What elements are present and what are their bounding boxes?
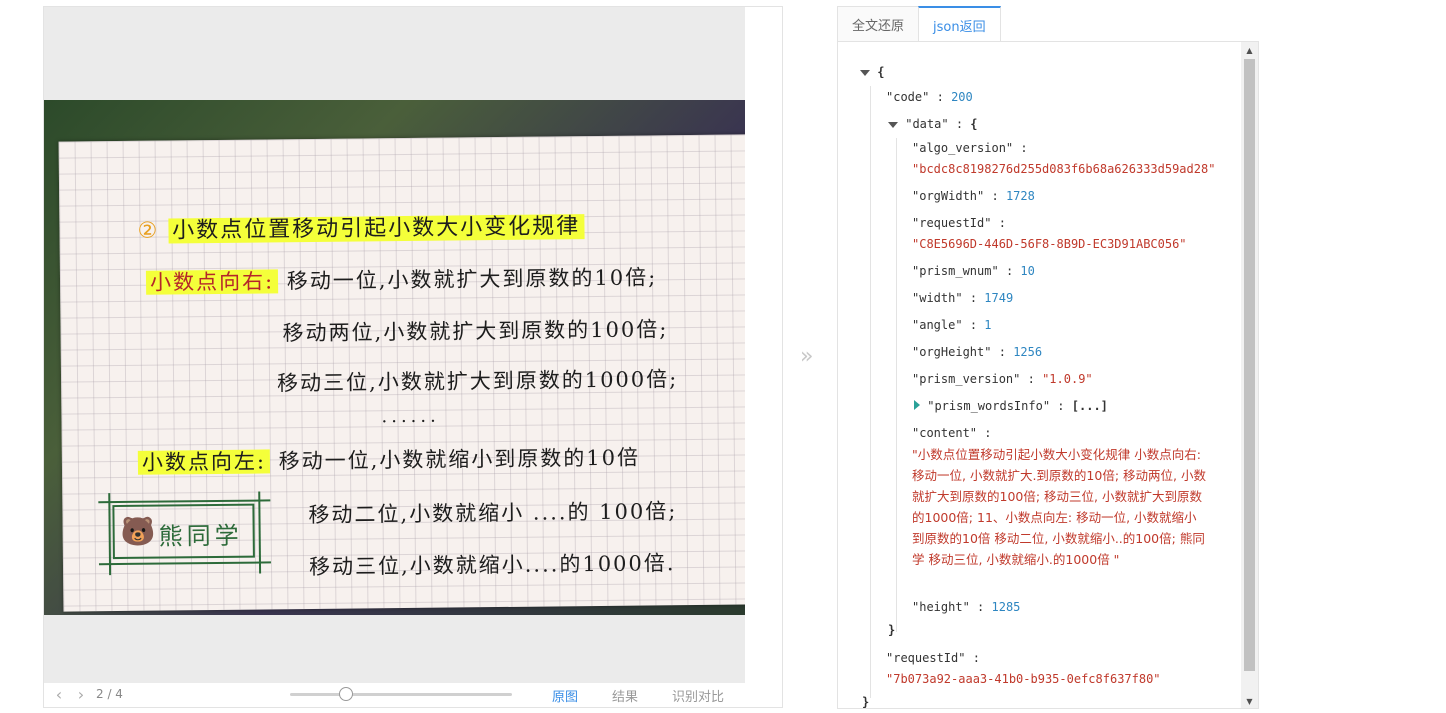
double-chevron-right-icon: »	[800, 344, 814, 369]
json-row-algo-key: "algo_version" :	[912, 141, 1028, 155]
page-indicator: 2 / 4	[96, 687, 123, 701]
json-row-requestid-key: "requestId" :	[886, 651, 980, 665]
note-line-4: 小数点向左: 移动一位,小数就缩小到原数的10倍	[137, 442, 640, 477]
json-row-code: "code" : 200	[886, 90, 973, 104]
json-row-wordsinfo: "prism_wordsInfo" : [...]	[914, 398, 1108, 414]
json-row-content-key: "content" :	[912, 426, 992, 440]
json-row-requestid-inner-key: "requestId" :	[912, 216, 1006, 230]
viewer-toolbar: ‹ › 2 / 4 原图 结果 识别对比	[44, 681, 782, 707]
json-row-requestid-val: "7b073a92-aaa3-41b0-b935-0efc8f637f80"	[886, 672, 1161, 686]
json-row-prism-wnum: "prism_wnum" : 10	[912, 264, 1035, 278]
note-line-2: 移动两位,小数就扩大到原数的100倍;	[282, 317, 669, 346]
image-viewer: ② 小数点位置移动引起小数大小变化规律 小数点向右: 移动一位,小数就扩大到原数…	[43, 6, 783, 708]
json-row-orgheight: "orgHeight" : 1256	[912, 345, 1043, 359]
collapse-data-icon[interactable]	[888, 122, 898, 128]
json-panel: { "code" : 200 "data" : { "algo_version"…	[837, 41, 1259, 709]
expand-wordsinfo-icon[interactable]	[914, 400, 920, 410]
bear-icon: 🐻	[120, 514, 156, 548]
chevron-right-icon[interactable]: ›	[70, 683, 92, 705]
stamp-text: 熊同学	[158, 521, 243, 551]
chevron-left-icon[interactable]: ‹	[48, 683, 70, 705]
scroll-down-icon[interactable]: ▼	[1241, 694, 1258, 708]
zoom-slider[interactable]	[290, 687, 512, 701]
json-scrollbar[interactable]: ▲ ▼	[1241, 42, 1258, 708]
source-photo: ② 小数点位置移动引起小数大小变化规律 小数点向右: 移动一位,小数就扩大到原数…	[44, 100, 745, 615]
tab-fulltext[interactable]: 全文还原	[837, 6, 920, 42]
note-line-1: 小数点向右: 移动一位,小数就扩大到原数的10倍;	[145, 261, 658, 296]
grid-paper: ② 小数点位置移动引起小数大小变化规律 小数点向右: 移动一位,小数就扩大到原数…	[58, 134, 745, 612]
json-row-prism-version: "prism_version" : "1.0.9"	[912, 372, 1093, 386]
json-row-content-val: "小数点位置移动引起小数大小变化规律 小数点向右: 移动一位, 小数就扩大.到原…	[912, 447, 1206, 567]
bear-stamp: 🐻 熊同学	[98, 491, 271, 576]
json-row-data: "data" : {	[888, 116, 978, 132]
json-row-algo-val: "bcdc8c8198276d255d083f6b68a626333d59ad2…	[912, 162, 1216, 176]
json-row-width: "width" : 1749	[912, 291, 1014, 305]
image-canvas[interactable]: ② 小数点位置移动引起小数大小变化规律 小数点向右: 移动一位,小数就扩大到原数…	[44, 7, 745, 683]
json-row-height: "height" : 1285	[912, 600, 1021, 614]
root-open-brace: {	[877, 65, 885, 79]
root-close-brace: }	[862, 695, 870, 709]
note-line-3: 移动三位,小数就扩大到原数的1000倍;	[276, 367, 679, 396]
view-tab-result[interactable]: 结果	[612, 686, 638, 705]
json-row-requestid-inner-val: "C8E5696D-446D-56F8-8B9D-EC3D91ABC056"	[912, 237, 1187, 251]
data-close-brace: }	[888, 623, 896, 637]
note-line-6: 移动三位,小数就缩小....的1000倍.	[308, 551, 676, 580]
zoom-slider-knob[interactable]	[338, 687, 353, 701]
json-row-orgwidth: "orgWidth" : 1728	[912, 189, 1035, 203]
json-tree: { "code" : 200 "data" : { "algo_version"…	[838, 42, 1242, 709]
json-row-angle: "angle" : 1	[912, 318, 992, 332]
tab-json[interactable]: json返回	[918, 6, 1001, 42]
note-dots: ......	[381, 405, 440, 428]
scrollbar-thumb[interactable]	[1244, 59, 1255, 671]
note-title: ② 小数点位置移动引起小数大小变化规律	[137, 208, 585, 245]
view-tab-compare[interactable]: 识别对比	[672, 686, 724, 705]
scroll-up-icon[interactable]: ▲	[1241, 43, 1258, 58]
result-tabs: 全文还原 json返回	[837, 6, 1001, 42]
note-line-5: 移动二位,小数就缩小 ....的 100倍;	[308, 499, 678, 528]
collapse-root-icon[interactable]	[860, 70, 870, 76]
view-tab-original[interactable]: 原图	[552, 686, 578, 705]
